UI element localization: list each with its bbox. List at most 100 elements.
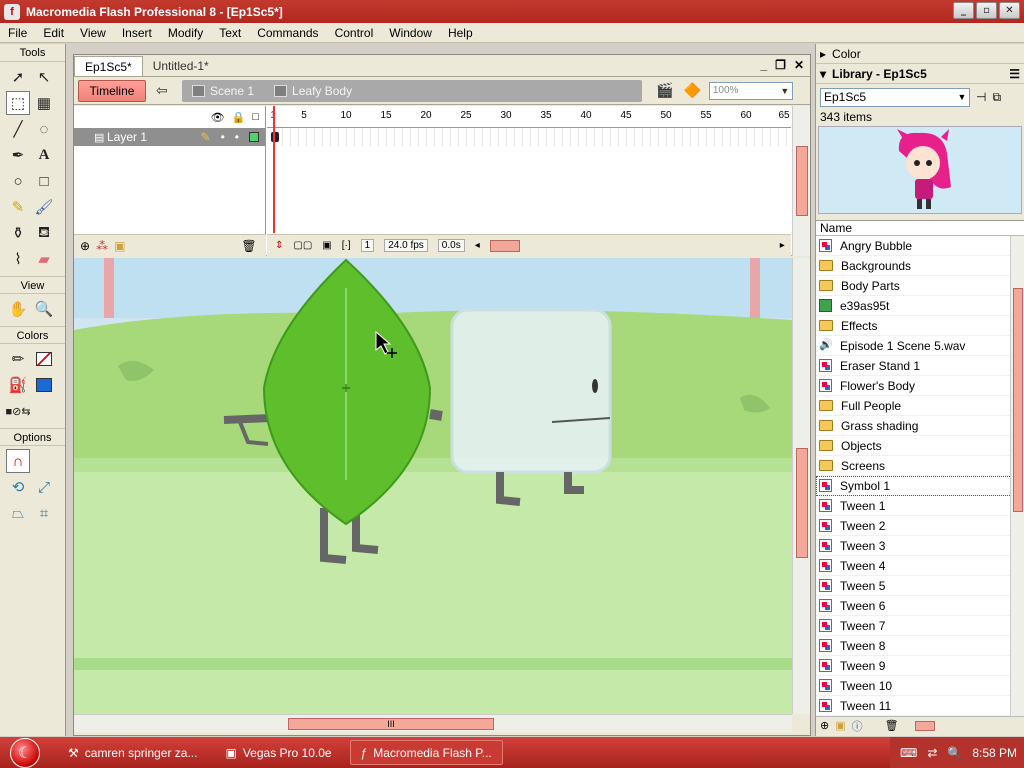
stage-hscroll-thumb[interactable]: III: [288, 718, 494, 730]
library-item[interactable]: Symbol 1: [816, 476, 1024, 496]
menu-window[interactable]: Window: [381, 23, 440, 43]
doc-minimize-icon[interactable]: _: [760, 58, 767, 72]
library-item[interactable]: Tween 10: [816, 676, 1024, 696]
menu-commands[interactable]: Commands: [249, 23, 326, 43]
library-item[interactable]: Tween 1: [816, 496, 1024, 516]
doc-restore-icon[interactable]: ❐: [775, 58, 786, 72]
network-icon[interactable]: ⇄: [927, 746, 937, 760]
default-colors-icon[interactable]: [32, 399, 56, 423]
insert-folder-icon[interactable]: ▣: [114, 239, 125, 253]
text-tool-icon[interactable]: A: [32, 143, 56, 167]
add-motion-guide-icon[interactable]: ⁂: [96, 239, 108, 253]
library-item[interactable]: Tween 3: [816, 536, 1024, 556]
back-arrow-icon[interactable]: ⇦: [156, 82, 174, 99]
library-hscroll-thumb[interactable]: [914, 720, 935, 731]
stroke-color-swatch[interactable]: [32, 347, 56, 371]
pencil-tool-icon[interactable]: ✎: [6, 195, 30, 219]
library-column-header[interactable]: Name: [816, 220, 1024, 236]
library-vscroll-thumb[interactable]: [1013, 288, 1023, 512]
tab-ep1sc5[interactable]: Ep1Sc5*: [74, 56, 143, 76]
menu-modify[interactable]: Modify: [160, 23, 211, 43]
task-flash[interactable]: ƒ Macromedia Flash P...: [349, 740, 503, 765]
menu-insert[interactable]: Insert: [114, 23, 160, 43]
onion-skin-icon[interactable]: ▢▢: [293, 240, 312, 251]
scroll-right-icon[interactable]: ▸: [780, 240, 785, 251]
start-button[interactable]: ☾: [0, 737, 50, 768]
timeline-hscroll-thumb[interactable]: [489, 239, 520, 252]
playhead[interactable]: [273, 106, 275, 233]
ice-cube[interactable]: [450, 308, 612, 474]
eyedropper-tool-icon[interactable]: ⌇: [6, 247, 30, 271]
menu-control[interactable]: Control: [327, 23, 382, 43]
library-item[interactable]: Tween 9: [816, 656, 1024, 676]
library-item[interactable]: Screens: [816, 456, 1024, 476]
center-frame-icon[interactable]: ⇕: [275, 240, 283, 251]
stage-vscroll-thumb[interactable]: [796, 448, 808, 558]
onion-outline-icon[interactable]: ▣: [322, 240, 331, 251]
breadcrumb-scene[interactable]: Scene 1: [182, 84, 264, 98]
task-vegas[interactable]: ▣ Vegas Pro 10.0e: [215, 740, 341, 765]
fill-color-icon[interactable]: ⛽: [6, 373, 30, 397]
stage-hscroll[interactable]: III: [74, 714, 792, 732]
breadcrumb-symbol[interactable]: Leafy Body: [264, 84, 362, 98]
keyboard-icon[interactable]: ⌨: [900, 746, 917, 760]
menu-text[interactable]: Text: [211, 23, 249, 43]
stage-artwork[interactable]: [74, 258, 792, 714]
layer-color-box[interactable]: [249, 132, 259, 142]
free-transform-tool-icon[interactable]: ⬚: [6, 91, 30, 115]
library-item[interactable]: Tween 11: [816, 696, 1024, 716]
zoom-tool-icon[interactable]: 🔍: [32, 297, 56, 321]
library-item[interactable]: e39as95t: [816, 296, 1024, 316]
lock-icon[interactable]: 🔒: [232, 111, 246, 124]
menu-help[interactable]: Help: [440, 23, 481, 43]
subselection-tool-icon[interactable]: ↖: [32, 65, 56, 89]
new-folder-icon[interactable]: ▣: [835, 719, 845, 732]
edit-scene-icon[interactable]: 🎬: [656, 82, 673, 99]
delete-layer-icon[interactable]: 🗑: [241, 239, 256, 253]
zoom-select[interactable]: 100% ▼: [708, 81, 793, 100]
library-item[interactable]: Objects: [816, 436, 1024, 456]
maximize-button[interactable]: ▫: [976, 2, 997, 19]
scroll-left-icon[interactable]: ◂: [475, 240, 480, 251]
menu-file[interactable]: File: [0, 23, 35, 43]
library-item[interactable]: Tween 5: [816, 576, 1024, 596]
library-select[interactable]: Ep1Sc5 ▼: [820, 87, 970, 107]
library-item[interactable]: Grass shading: [816, 416, 1024, 436]
lock-dot-icon[interactable]: •: [235, 130, 239, 144]
panel-menu-icon[interactable]: ☰: [1009, 67, 1020, 81]
envelope-icon[interactable]: ⌗: [32, 501, 56, 525]
minimize-button[interactable]: _: [953, 2, 974, 19]
edit-multiple-frames-icon[interactable]: [·]: [342, 240, 351, 251]
properties-icon[interactable]: ⓘ: [852, 718, 863, 734]
hand-tool-icon[interactable]: ✋: [6, 297, 30, 321]
library-panel-header[interactable]: ▾ Library - Ep1Sc5 ☰: [816, 64, 1024, 84]
paint-bucket-tool-icon[interactable]: ⛾: [32, 221, 56, 245]
distort-icon[interactable]: ⏢: [6, 501, 30, 525]
snap-magnet-icon[interactable]: ∩: [6, 449, 30, 473]
timeline-toggle-button[interactable]: Timeline: [78, 79, 146, 102]
pen-tool-icon[interactable]: ✒: [6, 143, 30, 167]
library-item[interactable]: Body Parts: [816, 276, 1024, 296]
library-item[interactable]: Effects: [816, 316, 1024, 336]
fill-color-swatch[interactable]: [32, 373, 56, 397]
timeline-vscroll-thumb[interactable]: [796, 146, 808, 216]
library-item[interactable]: 🔊 Episode 1 Scene 5.wav: [816, 336, 1024, 356]
stroke-color-icon[interactable]: ✏: [6, 347, 30, 371]
ink-bottle-tool-icon[interactable]: ⚱: [6, 221, 30, 245]
library-item[interactable]: Tween 6: [816, 596, 1024, 616]
brush-tool-icon[interactable]: 🖌: [32, 195, 56, 219]
stage-canvas[interactable]: [74, 258, 792, 714]
task-browser[interactable]: ⚒ camren springer za...: [58, 740, 207, 765]
pin-library-icon[interactable]: ⊣: [976, 90, 986, 104]
line-tool-icon[interactable]: ╱: [6, 117, 30, 141]
library-item[interactable]: Tween 2: [816, 516, 1024, 536]
library-item[interactable]: Eraser Stand 1: [816, 356, 1024, 376]
library-item[interactable]: Flower's Body: [816, 376, 1024, 396]
frame-row[interactable]: [267, 128, 791, 146]
stage-vscroll[interactable]: [792, 258, 810, 714]
new-symbol-icon[interactable]: ⊕: [820, 719, 829, 732]
clock[interactable]: 8:58 PM: [972, 746, 1017, 760]
close-button[interactable]: ✕: [999, 2, 1020, 19]
layer-row[interactable]: ▤ Layer 1 ✎ • •: [74, 128, 265, 146]
swap-colors-icon[interactable]: ■⊘⇆: [5, 399, 30, 423]
